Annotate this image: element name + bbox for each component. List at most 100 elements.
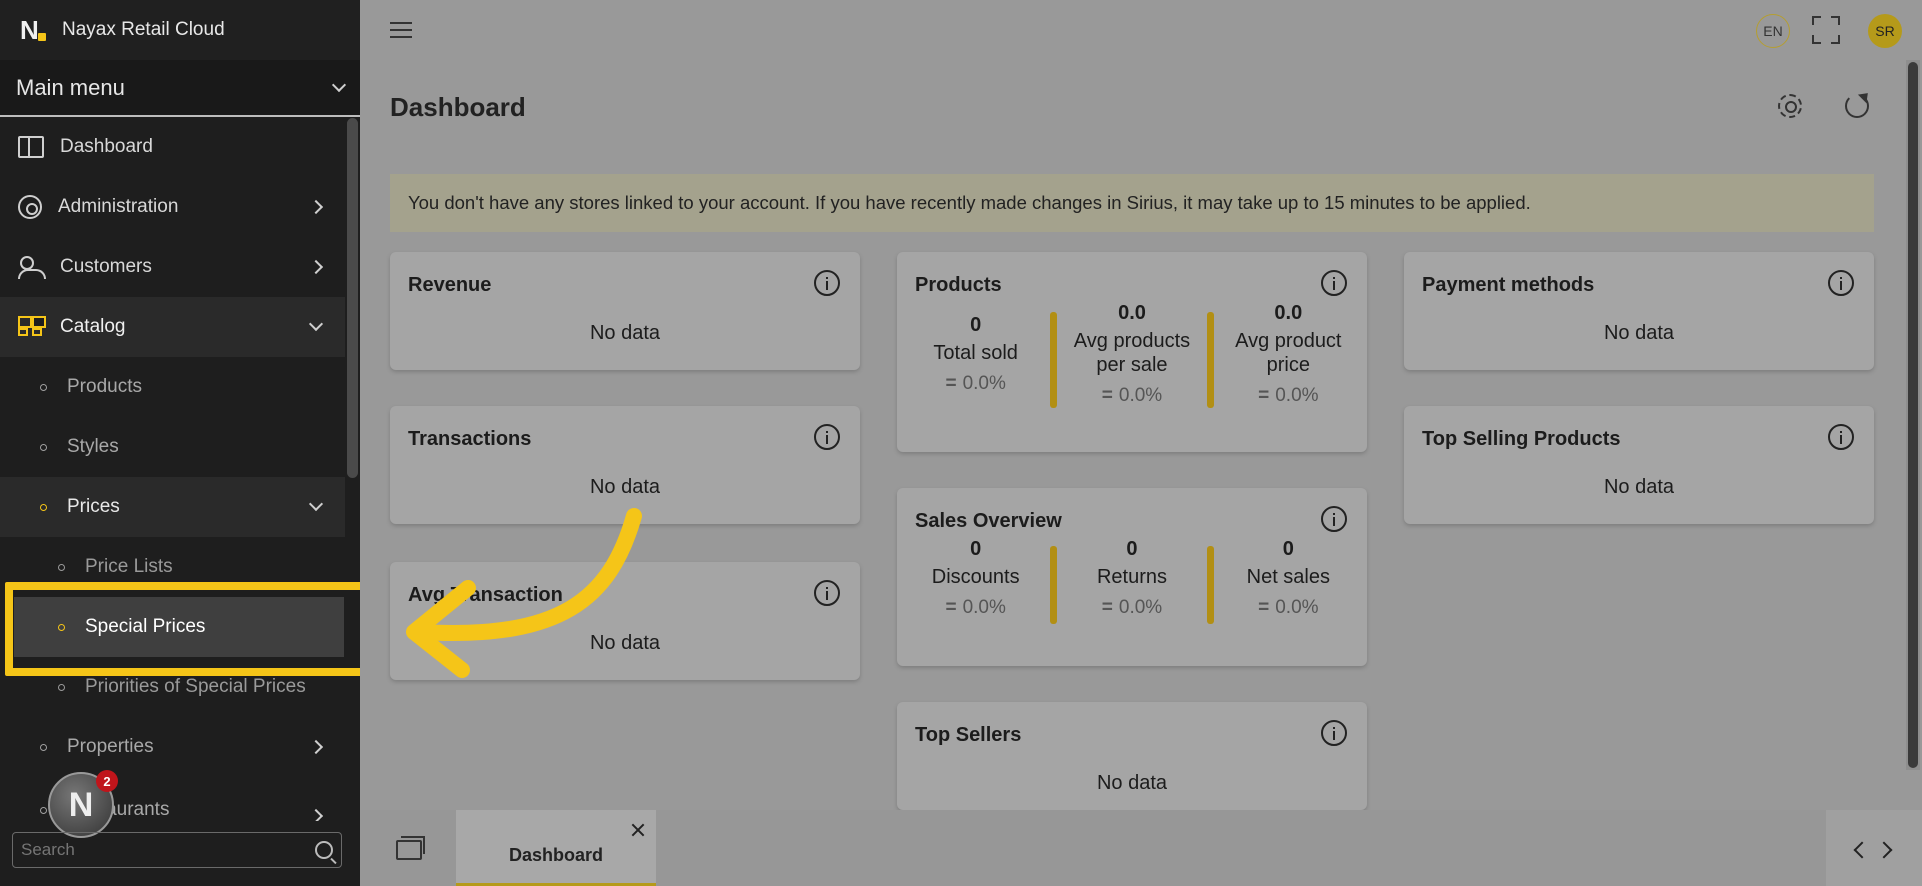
info-icon[interactable] <box>1321 506 1347 532</box>
sidebar-item-prices[interactable]: Prices <box>0 477 345 537</box>
stat-percent: 0.0% <box>1118 385 1163 406</box>
sidebar: N Nayax Retail Cloud Main menu Dashboard… <box>0 0 360 886</box>
stat-value: 0 <box>970 314 982 336</box>
page-title: Dashboard <box>390 92 526 122</box>
stat-change: = 0.0% <box>1061 597 1202 619</box>
close-icon[interactable] <box>630 822 646 838</box>
card-title: Revenue <box>408 274 492 296</box>
brand[interactable]: N Nayax Retail Cloud <box>0 0 360 60</box>
refresh-icon[interactable] <box>1845 94 1869 118</box>
stat-label: Returns <box>1096 566 1167 588</box>
sidebar-item-label: Price Lists <box>85 556 173 577</box>
chevron-right-icon <box>308 199 324 215</box>
no-data-text: No data <box>1603 476 1675 498</box>
chevron-right-icon <box>308 739 324 755</box>
info-icon[interactable] <box>1321 720 1347 746</box>
info-icon[interactable] <box>1828 424 1854 450</box>
bullet-icon <box>40 383 47 391</box>
main-menu-toggle[interactable]: Main menu <box>0 60 360 117</box>
sidebar-item-catalog[interactable]: Catalog <box>0 297 345 357</box>
stat-value: 0 <box>1126 538 1138 560</box>
products-card: Products 0 Total sold = 0.0% 0.0 Avg prod… <box>897 252 1367 452</box>
sidebar-scrollbar[interactable] <box>347 118 358 478</box>
stat-net-sales: 0 Net sales = 0.0% <box>1218 538 1359 624</box>
gear-icon <box>18 195 42 219</box>
stat-label: Total sold <box>933 342 1018 364</box>
info-icon[interactable] <box>1321 270 1347 296</box>
stat-avg-products-per-sale: 0.0 Avg products per sale = 0.0% <box>1061 302 1202 408</box>
stat-change: = 0.0% <box>1218 597 1359 619</box>
divider <box>1206 312 1214 408</box>
stat-change: = 0.0% <box>1218 385 1359 407</box>
sidebar-item-products[interactable]: Products <box>0 357 345 417</box>
bottom-tab-bar: Dashboard <box>360 810 1922 886</box>
avatar[interactable]: SR <box>1868 14 1902 48</box>
card-title: Payment methods <box>1422 274 1595 296</box>
equal-icon: = <box>945 597 957 618</box>
stat-change: = 0.0% <box>1061 385 1202 407</box>
sidebar-item-label: Dashboard <box>60 136 153 157</box>
tab-nav <box>1826 810 1922 886</box>
card-title: Products <box>915 274 1002 296</box>
sidebar-item-label: Properties <box>67 736 154 757</box>
info-icon[interactable] <box>814 580 840 606</box>
search-icon[interactable] <box>315 841 333 859</box>
customers-icon <box>18 256 46 279</box>
stat-change: = 0.0% <box>905 373 1046 395</box>
windows-icon[interactable] <box>396 836 425 860</box>
equal-icon: = <box>1101 385 1113 406</box>
stat-change: = 0.0% <box>905 597 1046 619</box>
bullet-icon <box>40 443 47 451</box>
sidebar-search <box>12 832 342 868</box>
fullscreen-icon[interactable] <box>1812 16 1840 44</box>
no-stores-alert: You don't have any stores linked to your… <box>390 174 1874 232</box>
stat-value: 0.0 <box>1118 302 1146 324</box>
stat-label: Net sales <box>1246 566 1330 588</box>
hamburger-menu-icon[interactable] <box>390 22 412 38</box>
catalog-grid-icon <box>18 316 46 338</box>
main-content: Dashboard You don't have any stores link… <box>360 60 1922 810</box>
sidebar-item-label: Catalog <box>60 316 126 337</box>
search-input[interactable] <box>21 840 315 860</box>
stat-total-sold: 0 Total sold = 0.0% <box>905 302 1046 408</box>
sales-stats: 0 Discounts = 0.0% 0 Returns = 0.0% 0 Net … <box>905 538 1359 624</box>
products-stats: 0 Total sold = 0.0% 0.0 Avg products per … <box>905 302 1359 408</box>
info-icon[interactable] <box>1828 270 1854 296</box>
sidebar-item-label: Priorities of Special Prices <box>85 676 306 697</box>
settings-gear-icon[interactable] <box>1778 94 1802 118</box>
topbar: EN SR <box>360 0 1922 60</box>
scrollbar-thumb[interactable] <box>1908 62 1918 768</box>
bullet-icon <box>40 503 47 511</box>
bullet-icon <box>40 806 47 814</box>
no-data-text: No data <box>1603 322 1675 344</box>
sidebar-item-label: Products <box>67 376 142 397</box>
payment-methods-card: Payment methods No data <box>1404 252 1874 370</box>
sidebar-item-label: Prices <box>67 496 120 517</box>
card-title: Sales Overview <box>915 510 1062 532</box>
sidebar-menu: Dashboard Administration Customers Catal… <box>0 117 345 821</box>
card-title: Transactions <box>408 428 532 450</box>
tab-dashboard[interactable]: Dashboard <box>456 810 656 886</box>
sidebar-item-properties[interactable]: Properties <box>0 717 345 777</box>
main-scrollbar[interactable] <box>1906 60 1920 770</box>
sidebar-item-administration[interactable]: Administration <box>0 177 345 237</box>
stat-label: Avg products per sale <box>1073 330 1191 376</box>
card-title: Top Selling Products <box>1422 428 1621 450</box>
stat-label: Discounts <box>931 566 1020 588</box>
no-data-text: No data <box>589 632 661 654</box>
card-title: Top Sellers <box>915 724 1022 746</box>
info-icon[interactable] <box>814 270 840 296</box>
sidebar-item-dashboard[interactable]: Dashboard <box>0 117 345 177</box>
info-icon[interactable] <box>814 424 840 450</box>
no-data-text: No data <box>589 322 661 344</box>
sales-overview-card: Sales Overview 0 Discounts = 0.0% 0 Retur… <box>897 488 1367 666</box>
chevron-right-icon <box>308 808 324 821</box>
sidebar-item-styles[interactable]: Styles <box>0 417 345 477</box>
equal-icon: = <box>1258 385 1270 406</box>
language-button[interactable]: EN <box>1756 14 1790 48</box>
equal-icon: = <box>1258 597 1270 618</box>
revenue-card: Revenue No data <box>390 252 860 370</box>
bullet-icon <box>58 683 65 691</box>
sidebar-item-customers[interactable]: Customers <box>0 237 345 297</box>
app-name: Nayax Retail Cloud <box>62 19 225 40</box>
